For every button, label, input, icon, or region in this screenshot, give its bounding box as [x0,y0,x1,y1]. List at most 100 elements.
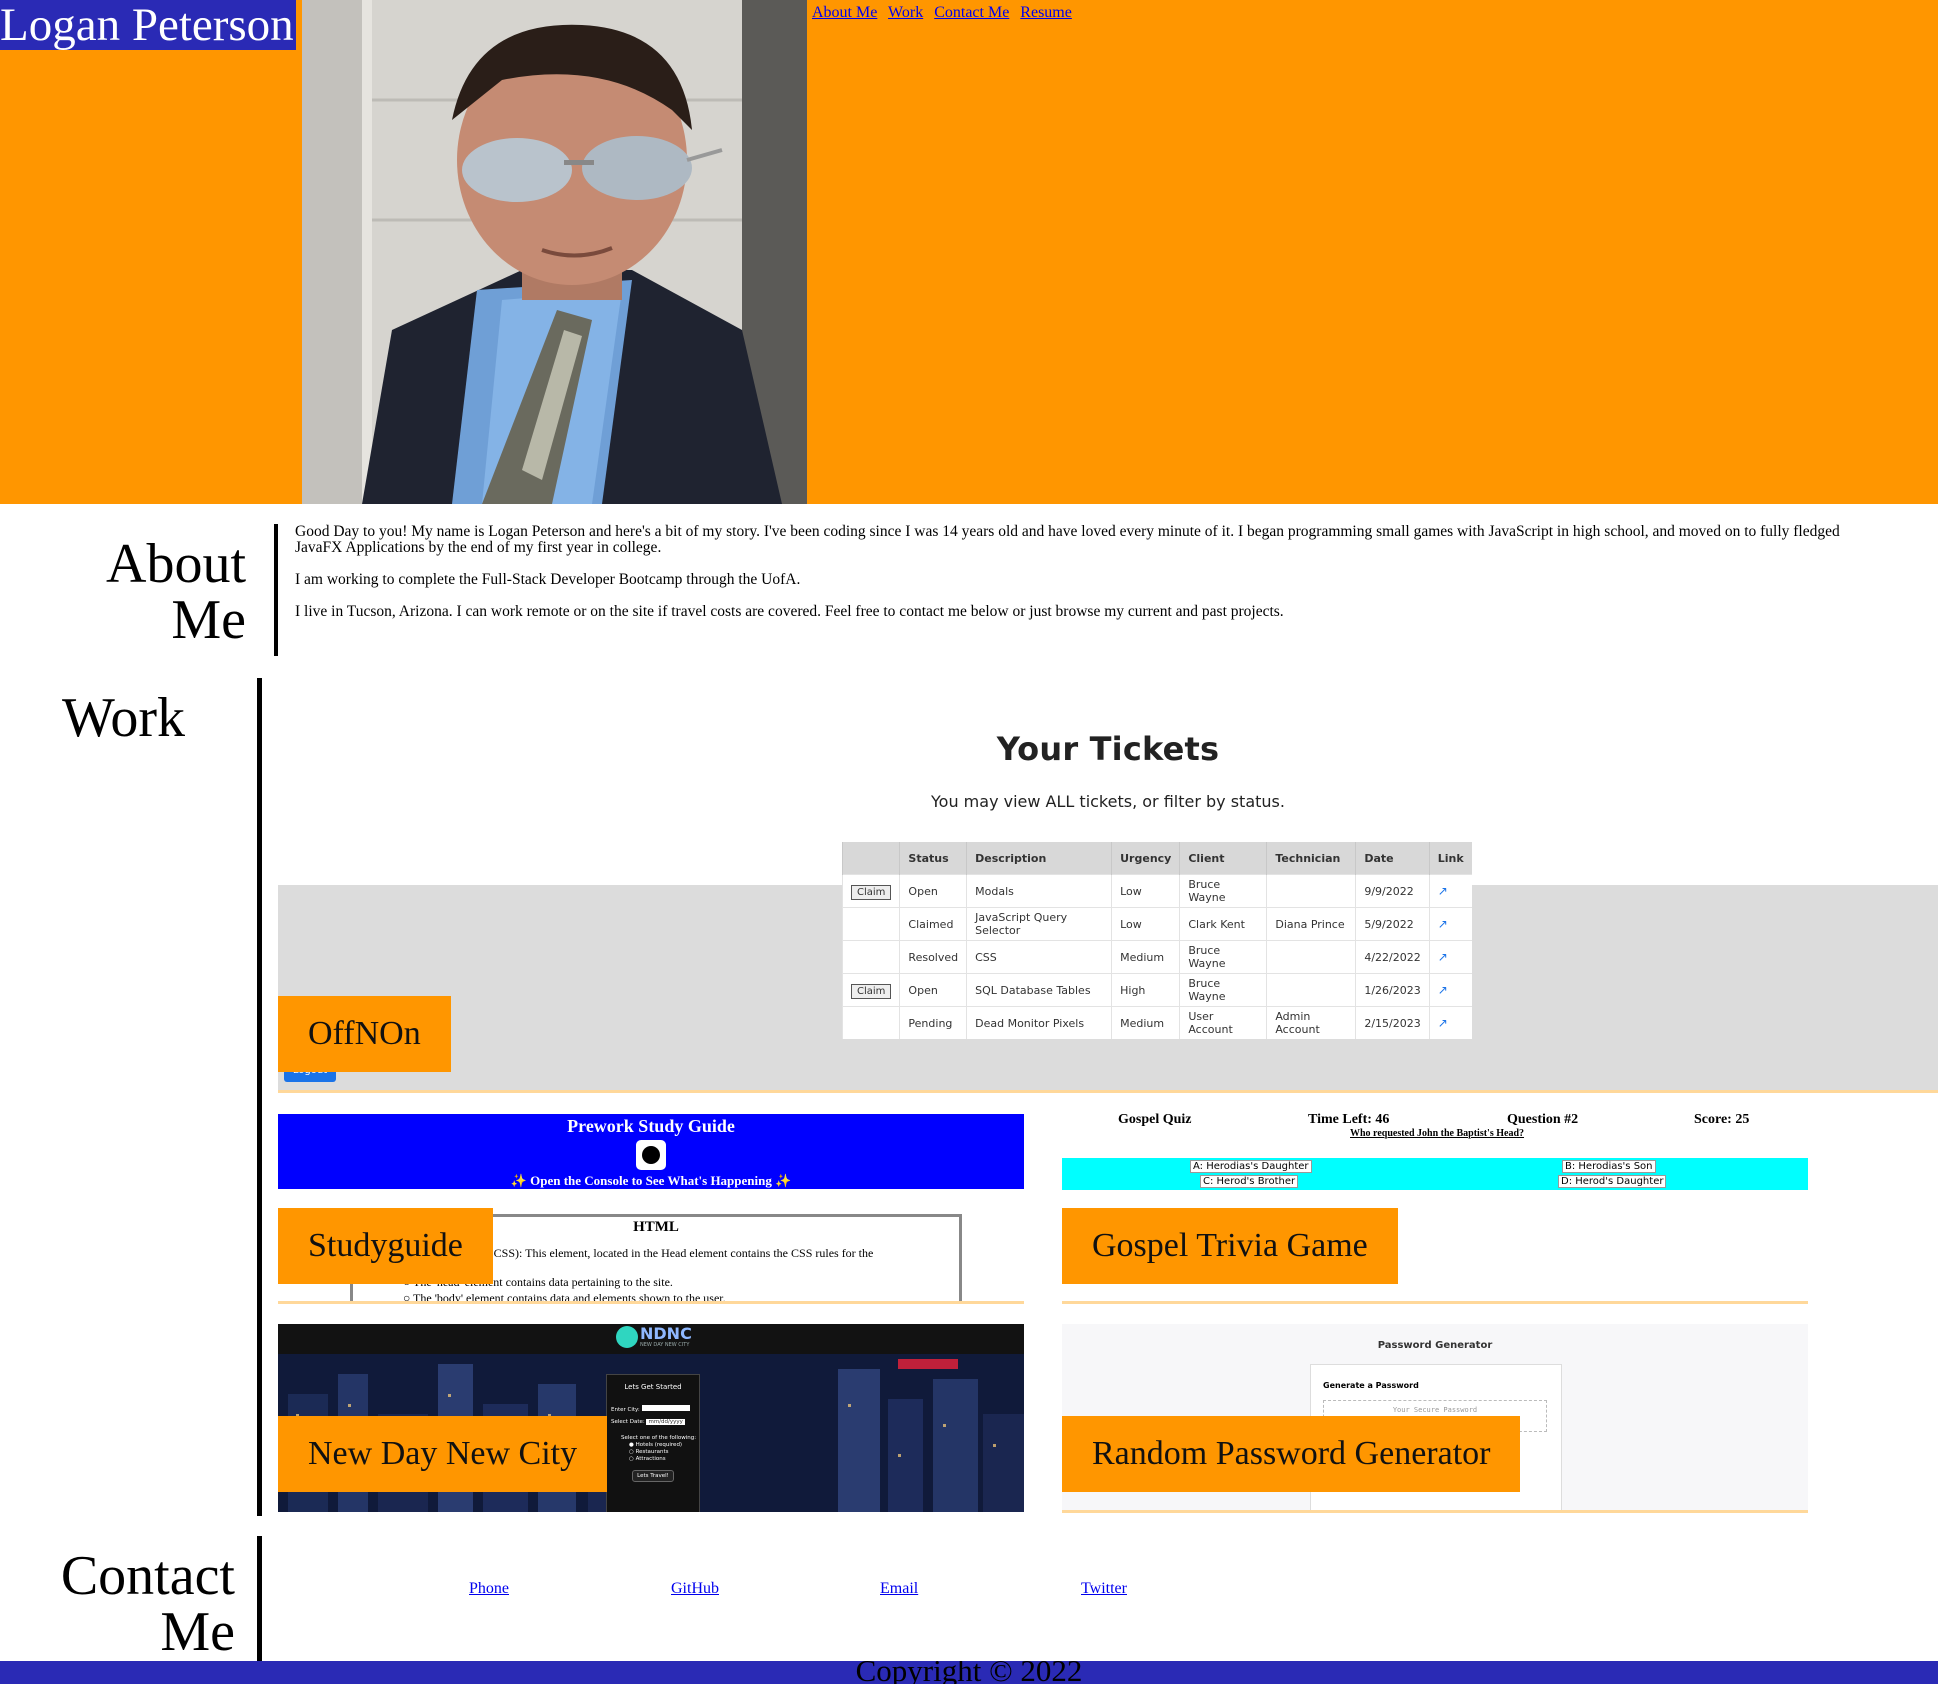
ndnc-form-card: Lets Get Started Enter City: Select Date… [606,1374,700,1512]
quiz-answer-d[interactable]: D: Herod's Daughter [1558,1175,1667,1188]
ndnc-date-row: Select Date: mm/dd/yyyy [611,1419,699,1425]
quiz-answers-band: A: Herodias's Daughter B: Herodias's Son… [1062,1158,1808,1190]
table-header [841,842,900,875]
table-header: Description [966,842,1112,875]
table-cell: Bruce Wayne [1179,874,1267,908]
project-studyguide-preview[interactable]: Prework Study Guide ✨ Open the Console t… [278,1114,1024,1302]
ndnc-navbar: NDNC NEW DAY NEW CITY [278,1324,1024,1354]
table-cell: Low [1111,874,1180,908]
about-title-line2: Me [171,589,246,651]
table-cell: Low [1111,907,1180,941]
claim-button[interactable]: Claim [851,884,892,900]
claim-button[interactable]: Claim [851,983,892,999]
table-cell: Clark Kent [1179,907,1267,941]
table-row: Resolved CSS Medium Bruce Wayne 4/22/202… [841,940,1472,974]
tickets-heading: Your Tickets [996,730,1220,768]
table-cell: ↗ [1428,1006,1472,1039]
table-cell: ↗ [1428,940,1472,974]
table-row: Pending Dead Monitor Pixels Medium User … [841,1006,1472,1039]
contact-phone-link[interactable]: Phone [469,1580,509,1598]
about-section-title: About Me [46,536,246,648]
header [0,0,1938,504]
copyright-text: Copyright © 2022 [855,1661,1083,1684]
table-cell: SQL Database Tables [966,973,1112,1007]
project-label-studyguide[interactable]: Studyguide [278,1208,493,1284]
table-cell: Pending [899,1006,967,1039]
quiz-answer-c[interactable]: C: Herod's Brother [1200,1175,1299,1188]
project-label-offnon[interactable]: OffNOn [278,996,451,1072]
password-generator-title: Password Generator [1377,1340,1493,1351]
ndnc-date-label: Select Date: [611,1419,645,1425]
project-separator [1062,1510,1808,1513]
table-cell: Bruce Wayne [1179,940,1267,974]
external-link-icon[interactable]: ↗ [1438,1016,1448,1030]
tickets-table-wrap: Status Description Urgency Client Techni… [841,842,1472,1039]
table-cell [841,907,900,941]
table-cell: ↗ [1428,874,1472,908]
external-link-icon[interactable]: ↗ [1438,884,1448,898]
table-row: Claim Open SQL Database Tables High Bruc… [841,973,1472,1007]
ndnc-option[interactable]: ○ Restaurants [629,1449,699,1455]
ndnc-choose-label: Select one of the following: [621,1435,697,1441]
ndnc-date-input[interactable]: mm/dd/yyyy [646,1419,685,1425]
table-cell: Admin Account [1266,1006,1356,1039]
profile-photo-illustration [302,0,807,504]
about-paragraph: Good Day to you! My name is Logan Peters… [295,523,1840,556]
ndnc-option[interactable]: ○ Attractions [629,1456,699,1462]
nav-work-link[interactable]: Work [888,4,923,21]
ndnc-travel-button[interactable]: Lets Travel! [632,1470,674,1482]
external-link-icon[interactable]: ↗ [1438,983,1448,997]
ndnc-logo-icon [616,1326,638,1348]
quiz-answer-b[interactable]: B: Herodias's Son [1562,1160,1656,1173]
table-cell [1266,940,1356,974]
footer: Copyright © 2022 [0,1661,1938,1684]
project-gospel-trivia-preview[interactable]: Gospel Quiz Time Left: 46 Question #2 Sc… [1062,1108,1808,1302]
quiz-question: Who requested John the Baptist's Head? [1350,1128,1525,1139]
about-divider [274,524,278,656]
contact-twitter-link[interactable]: Twitter [1081,1580,1127,1598]
about-paragraph: I live in Tucson, Arizona. I can work re… [295,603,1284,620]
studyguide-line: t (Internal CSS): This element, located … [443,1246,874,1260]
table-header: Client [1179,842,1267,875]
nav-about-me-link[interactable]: About Me [812,4,877,21]
tickets-table: Status Description Urgency Client Techni… [841,842,1472,1039]
quiz-score: Score: 25 [1694,1112,1750,1127]
contact-github-link[interactable]: GitHub [671,1580,719,1598]
table-cell: ↗ [1428,973,1472,1007]
table-cell: 5/9/2022 [1355,907,1430,941]
table-cell [841,1006,900,1039]
table-cell: Resolved [899,940,967,974]
about-paragraph: I am working to complete the Full-Stack … [295,571,801,588]
nav-contact-me-link[interactable]: Contact Me [934,4,1009,21]
table-header: Link [1428,842,1472,875]
contact-email-link[interactable]: Email [880,1580,918,1598]
table-cell: Open [899,874,967,908]
table-cell: JavaScript Query Selector [966,907,1112,941]
table-cell: Open [899,973,967,1007]
ndnc-city-input[interactable] [641,1405,690,1411]
table-header-row: Status Description Urgency Client Techni… [841,842,1472,875]
project-label-gospel-trivia[interactable]: Gospel Trivia Game [1062,1208,1398,1284]
table-cell: Claimed [899,907,967,941]
project-password-generator-preview[interactable]: Password Generator Generate a Password Y… [1062,1324,1808,1512]
table-cell: ↗ [1428,907,1472,941]
ndnc-logo-text: NDNC [640,1324,692,1343]
table-cell: 2/15/2023 [1355,1006,1430,1039]
table-cell: 9/9/2022 [1355,874,1430,908]
project-offnon-preview[interactable]: Your Tickets You may view ALL tickets, o… [278,678,1938,1090]
work-section-title: Work [62,687,186,749]
project-label-new-day-new-city[interactable]: New Day New City [278,1416,608,1492]
external-link-icon[interactable]: ↗ [1438,950,1448,964]
nav-resume-link[interactable]: Resume [1020,4,1072,21]
external-link-icon[interactable]: ↗ [1438,917,1448,931]
ndnc-option[interactable]: ● Hotels (required) [629,1442,699,1448]
skull-icon [636,1140,666,1170]
ndnc-city-label: Enter City: [611,1407,640,1413]
project-label-password-generator[interactable]: Random Password Generator [1062,1416,1521,1492]
table-cell: 4/22/2022 [1355,940,1430,974]
quiz-answer-a[interactable]: A: Herodias's Daughter [1190,1160,1312,1173]
project-new-day-new-city-preview[interactable]: NDNC NEW DAY NEW CITY Lets Get Started E… [278,1324,1024,1512]
table-cell: Medium [1111,1006,1180,1039]
table-cell [1266,874,1356,908]
table-header: Status [899,842,967,875]
